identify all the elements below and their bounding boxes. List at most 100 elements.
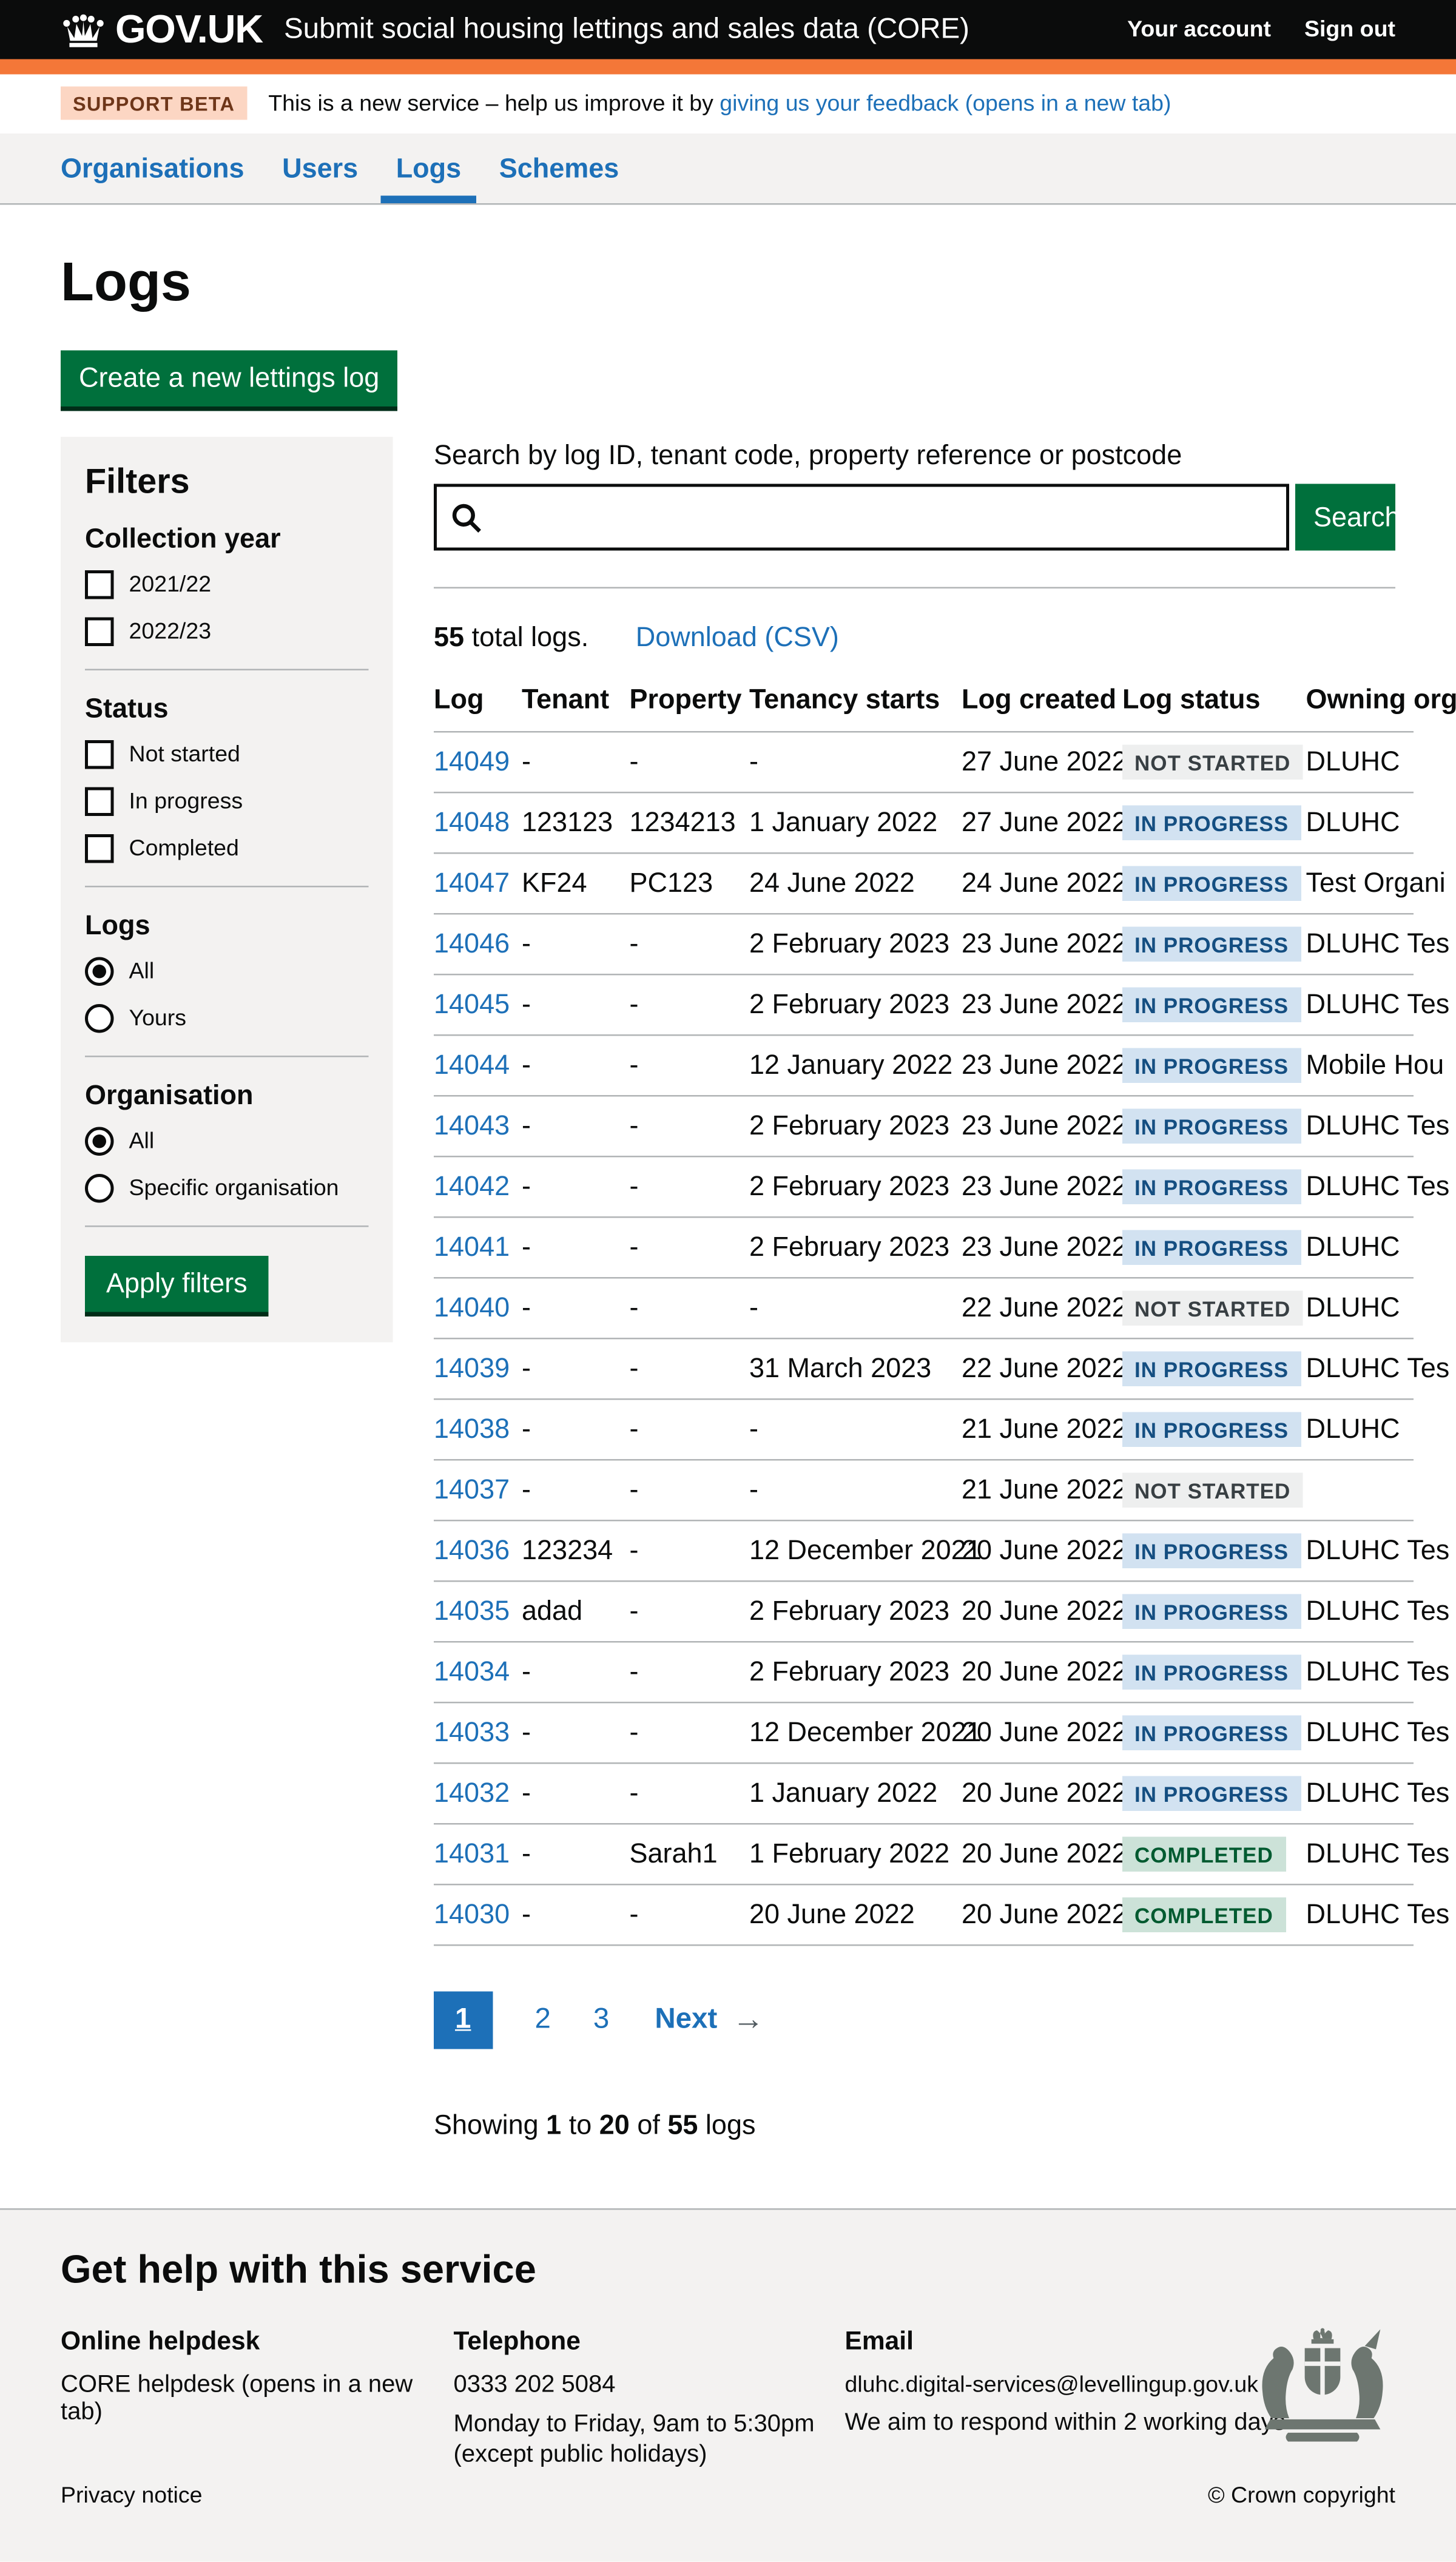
cell-property: - xyxy=(630,1702,750,1763)
log-id-link[interactable]: 14042 xyxy=(434,1171,510,1201)
table-row: 14030--20 June 202220 June 2022COMPLETED… xyxy=(434,1884,1414,1945)
pagination-page-3[interactable]: 3 xyxy=(593,2004,609,2037)
arrow-right-icon: → xyxy=(732,2002,764,2038)
nav-item-organisations[interactable]: Organisations xyxy=(61,133,244,203)
log-id-link[interactable]: 14049 xyxy=(434,746,510,777)
feedback-link[interactable]: giving us your feedback (opens in a new … xyxy=(720,90,1171,116)
log-id-link[interactable]: 14032 xyxy=(434,1778,510,1808)
logs-table-clip: Log Tenant Property Tenancy starts Log c… xyxy=(434,675,1456,1946)
cell-log-status: IN PROGRESS xyxy=(1122,914,1306,974)
table-row: 14045--2 February 202323 June 2022IN PRO… xyxy=(434,974,1414,1035)
create-lettings-log-button[interactable]: Create a new lettings log xyxy=(61,351,397,407)
service-name-link[interactable]: Submit social housing lettings and sales… xyxy=(284,13,1127,46)
cell-log: 14032 xyxy=(434,1763,522,1824)
cell-log: 14046 xyxy=(434,914,522,974)
footer: Get help with this service Online helpde… xyxy=(0,2208,1456,2562)
govuk-header: GOV.UK Submit social housing lettings an… xyxy=(0,0,1456,75)
search-button[interactable]: Search xyxy=(1295,484,1395,551)
table-row: 14034--2 February 202320 June 2022IN PRO… xyxy=(434,1642,1414,1702)
cell-tenancy-starts: 31 March 2023 xyxy=(749,1338,962,1399)
cell-log: 14041 xyxy=(434,1217,522,1278)
table-row: 14036123234-12 December 202120 June 2022… xyxy=(434,1520,1414,1581)
checkbox-2021-22[interactable] xyxy=(85,570,114,599)
checkbox-not-started[interactable] xyxy=(85,740,114,769)
crown-copyright-link[interactable]: © Crown copyright xyxy=(1208,2483,1395,2509)
footer-telephone-column: Telephone 0333 202 5084 Monday to Friday… xyxy=(454,2327,845,2481)
footer-helpdesk-column: Online helpdesk CORE helpdesk (opens in … xyxy=(61,2327,454,2481)
nav-item-logs[interactable]: Logs xyxy=(381,133,477,203)
radio-logs-yours[interactable] xyxy=(85,1004,114,1033)
search-input-wrap xyxy=(434,484,1289,551)
col-log-created: Log created xyxy=(962,675,1122,732)
nav-item-schemes[interactable]: Schemes xyxy=(499,133,619,203)
radio-logs-all[interactable] xyxy=(85,957,114,986)
cell-log-created: 22 June 2022 xyxy=(962,1278,1122,1338)
log-id-link[interactable]: 14045 xyxy=(434,989,510,1019)
log-id-link[interactable]: 14041 xyxy=(434,1232,510,1262)
pagination-next-link[interactable]: Next xyxy=(655,2004,717,2037)
cell-log-created: 20 June 2022 xyxy=(962,1581,1122,1642)
pagination-page-2[interactable]: 2 xyxy=(534,2004,550,2037)
log-id-link[interactable]: 14033 xyxy=(434,1717,510,1747)
phase-banner-prefix: This is a new service – help us improve … xyxy=(268,90,720,116)
radio-label: All xyxy=(129,959,155,985)
cell-tenancy-starts: - xyxy=(749,732,962,792)
cell-tenancy-starts: 24 June 2022 xyxy=(749,853,962,914)
radio-organisation-all[interactable] xyxy=(85,1127,114,1156)
phase-banner-text: This is a new service – help us improve … xyxy=(268,90,1171,116)
table-row: 1404812312312342131 January 202227 June … xyxy=(434,792,1414,853)
log-id-link[interactable]: 14030 xyxy=(434,1899,510,1929)
log-id-link[interactable]: 14044 xyxy=(434,1050,510,1080)
log-id-link[interactable]: 14037 xyxy=(434,1474,510,1505)
checkbox-label: 2021/22 xyxy=(129,572,212,598)
pagination-current-page[interactable]: 1 xyxy=(434,1992,492,2049)
main-content: Logs Create a new lettings log Filters C… xyxy=(61,251,1395,2142)
cell-log-status: IN PROGRESS xyxy=(1122,974,1306,1035)
table-row: 14033--12 December 202120 June 2022IN PR… xyxy=(434,1702,1414,1763)
your-account-link[interactable]: Your account xyxy=(1127,17,1271,43)
filter-legend: Status xyxy=(85,693,369,726)
filter-divider xyxy=(85,886,369,888)
govuk-logo[interactable]: GOV.UK xyxy=(61,6,263,53)
radio-label: All xyxy=(129,1128,155,1155)
log-id-link[interactable]: 14034 xyxy=(434,1656,510,1687)
download-csv-link[interactable]: Download (CSV) xyxy=(636,622,839,652)
cell-log-created: 20 June 2022 xyxy=(962,1884,1122,1945)
log-id-link[interactable]: 14046 xyxy=(434,928,510,959)
apply-filters-button[interactable]: Apply filters xyxy=(85,1256,269,1312)
cell-log-status: COMPLETED xyxy=(1122,1824,1306,1884)
status-badge: NOT STARTED xyxy=(1122,745,1303,780)
cell-owning-organisation: DLUHC xyxy=(1306,1217,1414,1278)
primary-nav: Organisations Users Logs Schemes xyxy=(0,133,1456,205)
phase-banner: SUPPORT BETA This is a new service – hel… xyxy=(61,75,1395,134)
cell-property: 1234213 xyxy=(630,792,750,853)
sign-out-link[interactable]: Sign out xyxy=(1304,17,1395,43)
cell-log-created: 20 June 2022 xyxy=(962,1763,1122,1824)
account-nav: Your account Sign out xyxy=(1127,17,1395,43)
log-id-link[interactable]: 14036 xyxy=(434,1535,510,1565)
log-id-link[interactable]: 14043 xyxy=(434,1110,510,1141)
cell-log-created: 20 June 2022 xyxy=(962,1824,1122,1884)
nav-item-users[interactable]: Users xyxy=(282,133,358,203)
log-id-link[interactable]: 14039 xyxy=(434,1353,510,1383)
log-id-link[interactable]: 14031 xyxy=(434,1838,510,1869)
email-address-link[interactable]: dluhc.digital-services@levellingup.gov.u… xyxy=(845,2372,1258,2398)
search-input[interactable] xyxy=(437,487,1286,548)
radio-label: Yours xyxy=(129,1006,187,1032)
log-id-link[interactable]: 14047 xyxy=(434,868,510,898)
privacy-notice-link[interactable]: Privacy notice xyxy=(61,2483,202,2509)
core-helpdesk-link[interactable]: CORE helpdesk (opens in a new tab) xyxy=(61,2372,413,2425)
log-id-link[interactable]: 14035 xyxy=(434,1596,510,1626)
checkbox-completed[interactable] xyxy=(85,834,114,863)
checkbox-in-progress[interactable] xyxy=(85,787,114,817)
cell-tenant: - xyxy=(522,1399,630,1460)
checkbox-2022-23[interactable] xyxy=(85,618,114,647)
log-id-link[interactable]: 14038 xyxy=(434,1414,510,1444)
cell-log: 14034 xyxy=(434,1642,522,1702)
radio-organisation-specific[interactable] xyxy=(85,1174,114,1203)
cell-tenancy-starts: 2 February 2023 xyxy=(749,1217,962,1278)
cell-log-status: NOT STARTED xyxy=(1122,1460,1306,1520)
cell-property: - xyxy=(630,732,750,792)
log-id-link[interactable]: 14048 xyxy=(434,807,510,837)
log-id-link[interactable]: 14040 xyxy=(434,1292,510,1323)
